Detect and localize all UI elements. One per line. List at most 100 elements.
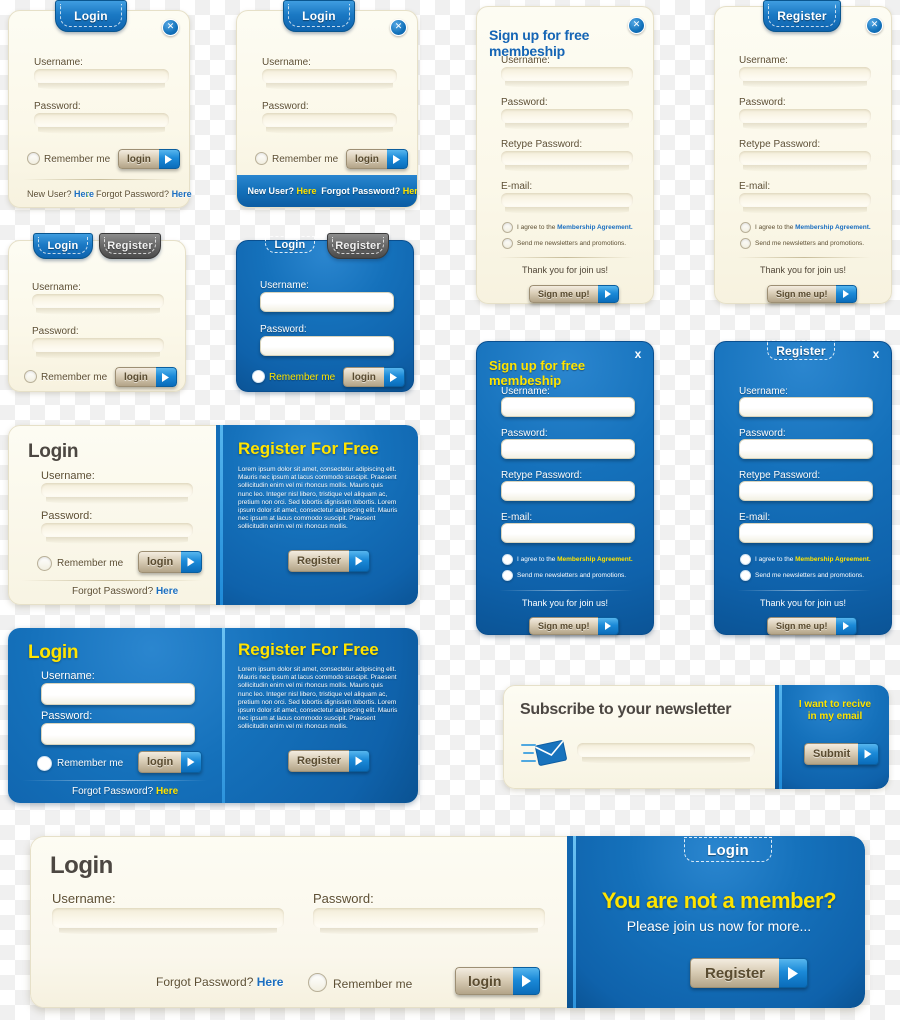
- agree-radio[interactable]: [502, 554, 513, 565]
- forgot-password-link[interactable]: Here: [156, 786, 178, 797]
- login-button[interactable]: login: [346, 149, 408, 169]
- login-button[interactable]: login: [455, 967, 541, 995]
- login-title: Login: [28, 441, 79, 462]
- username-input[interactable]: [34, 69, 169, 90]
- arrow-right-icon: [181, 751, 203, 773]
- password-input[interactable]: [313, 908, 545, 935]
- retype-password-label: Retype Password:: [501, 139, 583, 150]
- agree-radio[interactable]: [502, 222, 513, 233]
- username-input[interactable]: [739, 397, 873, 417]
- password-input[interactable]: [739, 439, 873, 459]
- newsletter-radio[interactable]: [740, 570, 751, 581]
- password-input[interactable]: [34, 113, 169, 134]
- register-button[interactable]: Register: [690, 958, 809, 988]
- newsletter-radio[interactable]: [502, 238, 513, 249]
- agree-radio[interactable]: [740, 222, 751, 233]
- remember-me-radio[interactable]: [37, 756, 52, 771]
- username-input[interactable]: [262, 69, 397, 90]
- new-user-text[interactable]: New User? Here: [27, 189, 94, 199]
- register-button[interactable]: Register: [288, 750, 371, 772]
- remember-me-radio[interactable]: [255, 152, 268, 165]
- close-icon[interactable]: ✕: [390, 19, 407, 36]
- login-button-label: login: [127, 153, 151, 165]
- password-input[interactable]: [501, 109, 633, 130]
- tab-login[interactable]: Login: [55, 0, 127, 32]
- forgot-password-link[interactable]: Here: [156, 586, 178, 597]
- username-input[interactable]: [260, 292, 394, 312]
- close-icon[interactable]: x: [870, 348, 882, 360]
- forgot-password-bar[interactable]: Forgot Password? Here: [321, 175, 417, 207]
- tab-register[interactable]: Register: [763, 0, 841, 32]
- retype-password-input[interactable]: [739, 481, 873, 501]
- username-input[interactable]: [739, 67, 871, 88]
- sign-me-up-button[interactable]: Sign me up!: [767, 617, 857, 635]
- tab-login[interactable]: Login: [283, 0, 355, 32]
- password-input[interactable]: [41, 723, 195, 745]
- tab-register-label: Register: [776, 343, 826, 358]
- password-input[interactable]: [501, 439, 635, 459]
- agree-radio[interactable]: [740, 554, 751, 565]
- username-input[interactable]: [501, 397, 635, 417]
- newsletter-radio[interactable]: [740, 238, 751, 249]
- arrow-right-icon: [779, 958, 809, 988]
- username-input[interactable]: [32, 294, 164, 315]
- membership-agreement-link[interactable]: Membership Agreement.: [557, 556, 633, 563]
- email-input[interactable]: [739, 193, 871, 214]
- remember-me-radio[interactable]: [308, 973, 327, 992]
- retype-password-input[interactable]: [501, 481, 635, 501]
- remember-me-label: Remember me: [333, 977, 413, 991]
- login-button[interactable]: login: [343, 367, 405, 387]
- membership-agreement-link[interactable]: Membership Agreement.: [557, 224, 633, 231]
- remember-me-radio[interactable]: [24, 370, 37, 383]
- remember-me-radio[interactable]: [252, 370, 265, 383]
- password-input[interactable]: [739, 109, 871, 130]
- remember-me-radio[interactable]: [37, 556, 52, 571]
- newsletter-email-input[interactable]: [577, 743, 755, 764]
- login-button[interactable]: login: [138, 751, 203, 773]
- sign-me-up-button[interactable]: Sign me up!: [767, 285, 857, 303]
- newsletter-radio[interactable]: [502, 570, 513, 581]
- membership-agreement-link[interactable]: Membership Agreement.: [795, 224, 871, 231]
- login-button[interactable]: login: [115, 367, 177, 387]
- forgot-password-link[interactable]: Here: [257, 975, 284, 989]
- membership-agreement-link[interactable]: Membership Agreement.: [795, 556, 871, 563]
- login-button[interactable]: login: [118, 149, 180, 169]
- password-input[interactable]: [260, 336, 394, 356]
- password-input[interactable]: [41, 523, 193, 544]
- close-icon[interactable]: ✕: [866, 17, 883, 34]
- forgot-password-text[interactable]: Forgot Password? Here: [72, 786, 178, 797]
- remember-me-radio[interactable]: [27, 152, 40, 165]
- remember-me-label: Remember me: [269, 372, 336, 383]
- retype-password-input[interactable]: [501, 151, 633, 172]
- submit-button[interactable]: Submit: [804, 743, 880, 765]
- username-input[interactable]: [41, 483, 193, 504]
- email-input[interactable]: [739, 523, 873, 543]
- forgot-password-text[interactable]: Forgot Password? Here: [72, 586, 178, 597]
- username-input[interactable]: [41, 683, 195, 705]
- sign-me-up-button[interactable]: Sign me up!: [529, 617, 619, 635]
- tab-login[interactable]: Login: [680, 836, 776, 866]
- password-input[interactable]: [32, 338, 164, 359]
- email-label: E-mail:: [501, 181, 533, 192]
- new-user-link[interactable]: Here: [297, 186, 317, 196]
- register-button[interactable]: Register: [288, 550, 371, 572]
- retype-password-input[interactable]: [739, 151, 871, 172]
- forgot-password-link[interactable]: Here: [172, 189, 192, 199]
- tab-register[interactable]: Register: [763, 337, 839, 364]
- new-user-link[interactable]: Here: [74, 189, 94, 199]
- close-icon[interactable]: ✕: [162, 19, 179, 36]
- login-button-label: login: [468, 973, 502, 989]
- login-button[interactable]: login: [138, 551, 203, 573]
- password-input[interactable]: [262, 113, 397, 134]
- forgot-password-text[interactable]: Forgot Password? Here: [156, 975, 283, 989]
- sign-me-up-button[interactable]: Sign me up!: [529, 285, 619, 303]
- email-input[interactable]: [501, 523, 635, 543]
- email-input[interactable]: [501, 193, 633, 214]
- forgot-password-text[interactable]: Forgot Password? Here: [96, 189, 192, 199]
- login-card-with-bars: ✕ Username: Password: Remember me login …: [236, 10, 418, 208]
- username-input[interactable]: [501, 67, 633, 88]
- thanks-text: Thank you for join us!: [759, 265, 847, 275]
- username-input[interactable]: [52, 908, 284, 935]
- forgot-password-link[interactable]: Here: [403, 186, 417, 196]
- new-user-bar[interactable]: New User? Here: [237, 175, 328, 207]
